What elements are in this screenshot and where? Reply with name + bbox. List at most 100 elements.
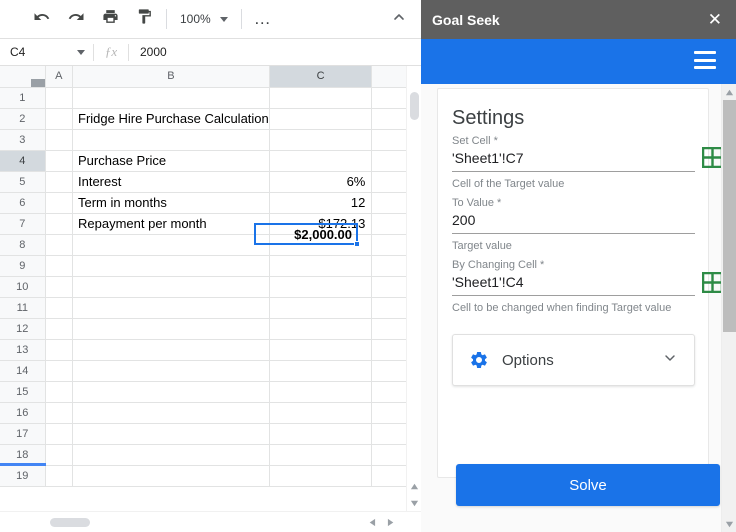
cell-B12[interactable] — [73, 318, 270, 339]
row-header-12[interactable]: 12 — [0, 318, 45, 339]
cell-B10[interactable] — [73, 276, 270, 297]
cell-B5[interactable]: Interest — [73, 171, 270, 192]
column-header-b[interactable]: B — [73, 66, 270, 87]
cell-A19[interactable] — [45, 465, 72, 486]
close-icon[interactable]: ✕ — [708, 11, 722, 28]
cell-C19[interactable] — [269, 465, 372, 486]
panel-scroll-up-button[interactable] — [722, 84, 736, 100]
cell-B2[interactable]: Fridge Hire Purchase Calculation — [73, 108, 270, 129]
cell-A10[interactable] — [45, 276, 72, 297]
row-header-3[interactable]: 3 — [0, 129, 45, 150]
cell-B11[interactable] — [73, 297, 270, 318]
cell-C17[interactable] — [269, 423, 372, 444]
solve-button[interactable]: Solve — [456, 464, 720, 506]
cell-A4[interactable] — [45, 150, 72, 171]
cell-B9[interactable] — [73, 255, 270, 276]
panel-scroll-thumb[interactable] — [723, 100, 736, 332]
cell-A11[interactable] — [45, 297, 72, 318]
cell-C7[interactable]: $172.13 — [269, 213, 372, 234]
row-header-19[interactable]: 19 — [0, 465, 45, 486]
cell-C11[interactable] — [269, 297, 372, 318]
row-header-13[interactable]: 13 — [0, 339, 45, 360]
cell-C16[interactable] — [269, 402, 372, 423]
cell-B4[interactable]: Purchase Price — [73, 150, 270, 171]
print-button[interactable] — [95, 4, 125, 34]
row-header-6[interactable]: 6 — [0, 192, 45, 213]
cell-A6[interactable] — [45, 192, 72, 213]
cell-A13[interactable] — [45, 339, 72, 360]
cell-A15[interactable] — [45, 381, 72, 402]
cell-A2[interactable] — [45, 108, 72, 129]
cell-C2[interactable] — [269, 108, 372, 129]
row-header-18[interactable]: 18 — [0, 444, 45, 465]
panel-scroll-down-button[interactable] — [722, 516, 736, 532]
set-cell-input[interactable]: 'Sheet1'!C7 — [452, 150, 695, 172]
cell-B17[interactable] — [73, 423, 270, 444]
column-header-c[interactable]: C — [269, 66, 372, 87]
cell-C18[interactable] — [269, 444, 372, 465]
cell-B16[interactable] — [73, 402, 270, 423]
sheet-horizontal-scroll-thumb[interactable] — [50, 518, 90, 527]
collapse-toolbar-button[interactable] — [385, 5, 413, 33]
row-header-8[interactable]: 8 — [0, 234, 45, 255]
to-value-input[interactable]: 200 — [452, 212, 695, 234]
cell-B6[interactable]: Term in months — [73, 192, 270, 213]
cell-C10[interactable] — [269, 276, 372, 297]
scroll-right-button[interactable] — [384, 515, 399, 530]
cell-C8[interactable] — [269, 234, 372, 255]
cell-B18[interactable] — [73, 444, 270, 465]
row-header-14[interactable]: 14 — [0, 360, 45, 381]
zoom-level-select[interactable]: 100% — [174, 6, 234, 32]
cell-C5[interactable]: 6% — [269, 171, 372, 192]
select-all-corner[interactable] — [0, 66, 45, 87]
sheet-vertical-scroll-thumb[interactable] — [410, 92, 419, 120]
row-header-9[interactable]: 9 — [0, 255, 45, 276]
panel-scrollbar[interactable] — [721, 84, 736, 532]
row-header-15[interactable]: 15 — [0, 381, 45, 402]
hamburger-menu-icon[interactable] — [694, 51, 716, 69]
options-expander[interactable]: Options — [452, 334, 695, 386]
cell-B14[interactable] — [73, 360, 270, 381]
scroll-left-button[interactable] — [364, 515, 379, 530]
cell-A12[interactable] — [45, 318, 72, 339]
row-header-11[interactable]: 11 — [0, 297, 45, 318]
column-header-a[interactable]: A — [45, 66, 72, 87]
paint-format-button[interactable] — [129, 4, 159, 34]
row-header-1[interactable]: 1 — [0, 87, 45, 108]
cell-C6[interactable]: 12 — [269, 192, 372, 213]
cell-picker-icon[interactable] — [702, 272, 722, 293]
cell-B1[interactable] — [73, 87, 270, 108]
cell-B7[interactable]: Repayment per month — [73, 213, 270, 234]
row-header-17[interactable]: 17 — [0, 423, 45, 444]
cell-A16[interactable] — [45, 402, 72, 423]
row-header-16[interactable]: 16 — [0, 402, 45, 423]
scroll-down-button[interactable] — [407, 496, 421, 511]
cell-C9[interactable] — [269, 255, 372, 276]
cell-A3[interactable] — [45, 129, 72, 150]
by-changing-cell-input[interactable]: 'Sheet1'!C4 — [452, 274, 695, 296]
cell-A7[interactable] — [45, 213, 72, 234]
cell-picker-icon[interactable] — [702, 147, 722, 168]
cell-A17[interactable] — [45, 423, 72, 444]
row-header-5[interactable]: 5 — [0, 171, 45, 192]
scroll-up-button[interactable] — [407, 479, 421, 494]
redo-button[interactable] — [61, 4, 91, 34]
row-header-4[interactable]: 4 — [0, 150, 45, 171]
cell-B3[interactable] — [73, 129, 270, 150]
cell-A14[interactable] — [45, 360, 72, 381]
cell-C14[interactable] — [269, 360, 372, 381]
cell-C4[interactable] — [269, 150, 372, 171]
cell-B13[interactable] — [73, 339, 270, 360]
cell-B8[interactable] — [73, 234, 270, 255]
cell-B19[interactable] — [73, 465, 270, 486]
cell-C13[interactable] — [269, 339, 372, 360]
undo-button[interactable] — [27, 4, 57, 34]
row-header-7[interactable]: 7 — [0, 213, 45, 234]
row-header-10[interactable]: 10 — [0, 276, 45, 297]
sheet-vertical-scrollbar[interactable] — [406, 66, 421, 511]
cell-A18[interactable] — [45, 444, 72, 465]
row-header-2[interactable]: 2 — [0, 108, 45, 129]
cell-C3[interactable] — [269, 129, 372, 150]
cell-A9[interactable] — [45, 255, 72, 276]
cell-C1[interactable] — [269, 87, 372, 108]
